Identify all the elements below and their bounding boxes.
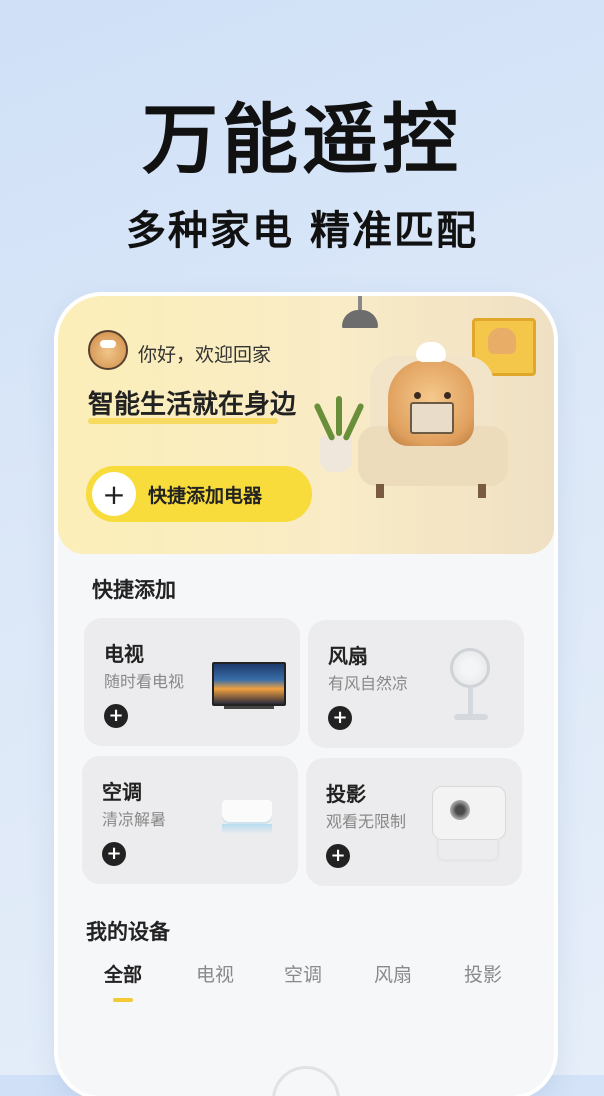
card-title: 电视 xyxy=(104,642,144,666)
my-devices-section-title: 我的设备 xyxy=(86,920,170,944)
card-title: 风扇 xyxy=(328,644,368,668)
sofa-leg xyxy=(376,484,384,498)
book-illustration xyxy=(410,402,454,434)
home-button[interactable] xyxy=(272,1066,340,1096)
sofa-leg xyxy=(478,484,486,498)
hero-subtitle: 多种家电 精准匹配 xyxy=(126,208,478,254)
projector-stand xyxy=(436,838,500,862)
add-projector-button[interactable]: + xyxy=(326,844,350,868)
fan-pole xyxy=(468,688,473,716)
tv-stand xyxy=(224,706,274,709)
device-card-tv[interactable]: 电视 随时看电视 + xyxy=(84,618,300,746)
device-card-air-conditioner[interactable]: 空调 清凉解暑 + xyxy=(82,756,298,884)
active-tab-indicator xyxy=(113,998,133,1002)
tv-icon xyxy=(212,662,286,706)
plant-leaf xyxy=(336,396,342,436)
card-title: 投影 xyxy=(326,782,366,806)
quick-add-section-title: 快捷添加 xyxy=(92,578,176,602)
add-tv-button[interactable]: + xyxy=(104,704,128,728)
welcome-banner: 你好，欢迎回家 智能生活就在身边 + 快捷添加电器 xyxy=(58,296,554,554)
quick-add-appliance-button[interactable]: + 快捷添加电器 xyxy=(86,466,312,522)
fan-icon xyxy=(450,648,490,688)
card-description: 随时看电视 xyxy=(104,672,185,691)
projector-lens xyxy=(450,800,470,820)
fan-base xyxy=(454,714,488,720)
add-fan-button[interactable]: + xyxy=(328,706,352,730)
add-air-conditioner-button[interactable]: + xyxy=(102,842,126,866)
card-description: 观看无限制 xyxy=(326,812,407,831)
mascot-eye xyxy=(444,392,451,399)
card-title: 空调 xyxy=(102,780,142,804)
lamp-illustration xyxy=(358,296,362,310)
toast-cream-illustration xyxy=(416,342,446,362)
tab-tv[interactable]: 电视 xyxy=(196,960,234,987)
quick-add-appliance-label: 快捷添加电器 xyxy=(148,484,263,507)
tab-fan[interactable]: 风扇 xyxy=(374,960,412,987)
card-description: 有风自然凉 xyxy=(328,674,409,693)
plus-icon: + xyxy=(92,472,136,516)
air-breeze xyxy=(222,824,272,834)
device-card-fan[interactable]: 风扇 有风自然凉 + xyxy=(308,620,524,748)
tab-air-conditioner[interactable]: 空调 xyxy=(284,960,322,987)
plant-pot-illustration xyxy=(320,436,352,472)
phone-screen: 你好，欢迎回家 智能生活就在身边 + 快捷添加电器 快捷添加 电视 随时看电视 … xyxy=(58,296,554,1096)
slogan-text: 智能生活就在身边 xyxy=(88,390,297,420)
tab-projector[interactable]: 投影 xyxy=(464,960,502,987)
tab-all[interactable]: 全部 xyxy=(104,960,142,987)
mascot-eye xyxy=(414,392,421,399)
avatar[interactable] xyxy=(88,330,128,370)
frame-toast-illustration xyxy=(488,328,516,354)
hero-title: 万能遥控 xyxy=(142,95,462,184)
air-conditioner-icon xyxy=(222,800,272,822)
greeting-text: 你好，欢迎回家 xyxy=(138,344,272,366)
device-card-projector[interactable]: 投影 观看无限制 + xyxy=(306,758,522,886)
device-filter-tabs: 全部 电视 空调 风扇 投影 xyxy=(58,960,554,1000)
lamp-shade-illustration xyxy=(342,310,378,328)
card-description: 清凉解暑 xyxy=(102,810,167,829)
